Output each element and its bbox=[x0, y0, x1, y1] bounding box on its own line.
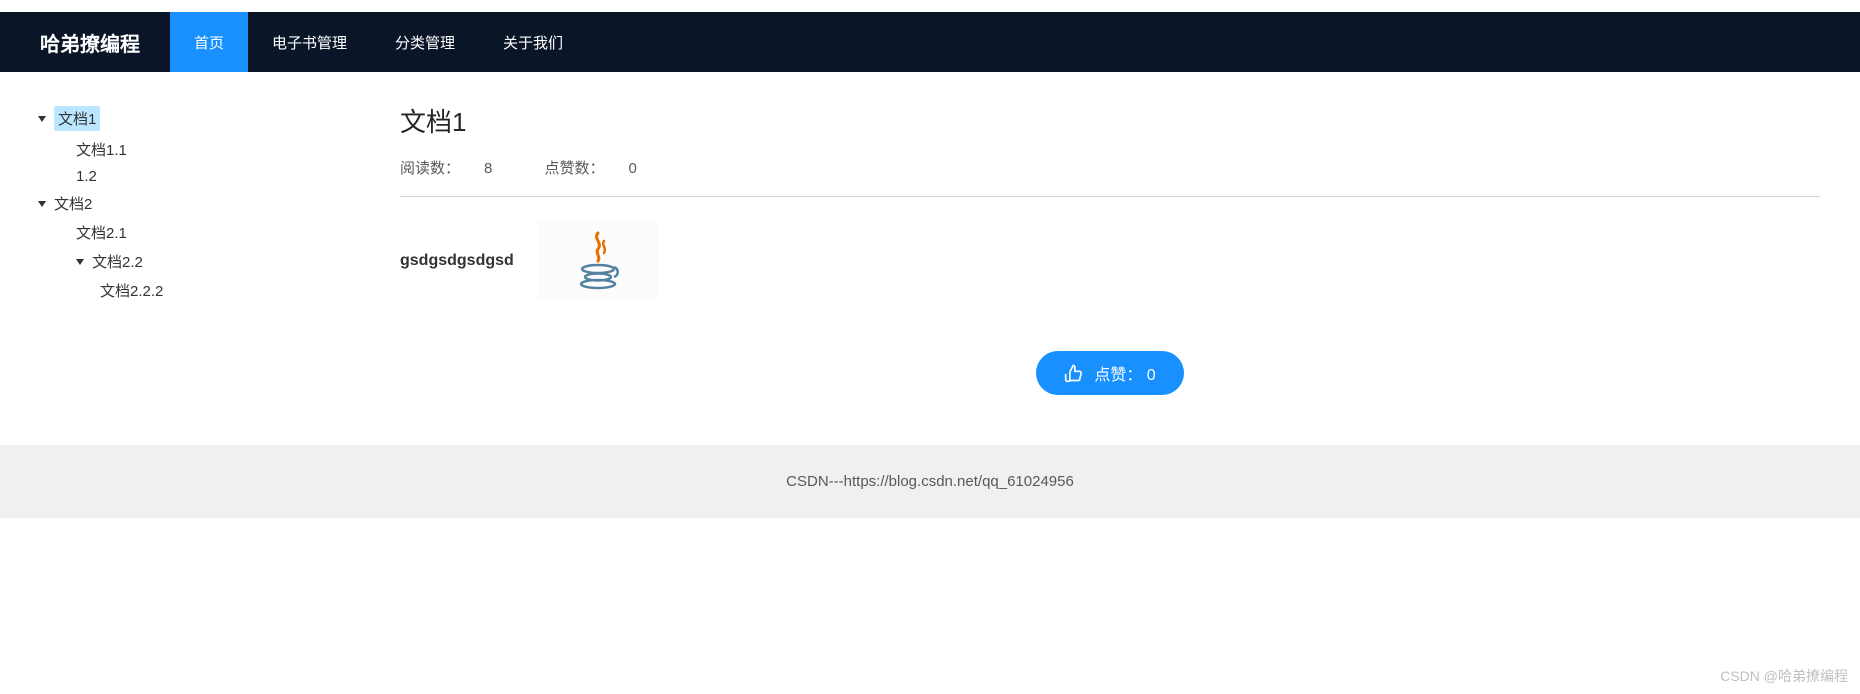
tree-label: 文档2.2.2 bbox=[100, 280, 163, 301]
brand-title: 哈弟撩编程 bbox=[40, 28, 140, 57]
tree-label: 文档1.1 bbox=[76, 139, 127, 160]
like-button-label: 点赞： 0 bbox=[1094, 361, 1155, 385]
tree-label: 文档1 bbox=[54, 106, 100, 131]
nav-category-manage[interactable]: 分类管理 bbox=[371, 12, 479, 72]
like-count: 点赞数：0 bbox=[545, 160, 661, 177]
read-count: 阅读数：8 bbox=[400, 160, 516, 177]
tree-node-doc2[interactable]: 文档2 bbox=[30, 189, 380, 218]
navbar: 哈弟撩编程 首页 电子书管理 分类管理 关于我们 bbox=[0, 12, 1860, 72]
tree-node-doc2-2[interactable]: 文档2.2 bbox=[30, 247, 380, 276]
article-body: gsdgsdgsdgsd bbox=[400, 221, 1820, 301]
footer: CSDN---https://blog.csdn.net/qq_61024956 bbox=[0, 445, 1860, 518]
caret-down-icon bbox=[38, 116, 46, 122]
caret-down-icon bbox=[76, 259, 84, 265]
article-text: gsdgsdgsdgsd bbox=[400, 252, 514, 270]
caret-down-icon bbox=[38, 201, 46, 207]
content-area: 文档1 阅读数：8 点赞数：0 gsdgsdgsdgsd bbox=[380, 72, 1860, 415]
tree-label: 文档2.2 bbox=[92, 251, 143, 272]
tree-label: 文档2 bbox=[54, 193, 92, 214]
tree-label: 1.2 bbox=[76, 168, 97, 185]
watermark: CSDN @哈弟撩编程 bbox=[1720, 666, 1848, 686]
like-button[interactable]: 点赞： 0 bbox=[1036, 351, 1183, 395]
nav-home[interactable]: 首页 bbox=[170, 12, 248, 72]
browser-chrome-spacer bbox=[0, 0, 1860, 12]
sidebar-tree: 文档1 文档1.1 1.2 文档2 文档2.1 文档2.2 文档2.2.2 bbox=[0, 72, 380, 415]
nav-ebook-manage[interactable]: 电子书管理 bbox=[248, 12, 371, 72]
footer-text: CSDN---https://blog.csdn.net/qq_61024956 bbox=[786, 473, 1074, 490]
doc-title: 文档1 bbox=[400, 102, 1820, 139]
tree-node-doc1[interactable]: 文档1 bbox=[30, 102, 380, 135]
tree-node-1-2[interactable]: 1.2 bbox=[30, 164, 380, 189]
tree-node-doc2-2-2[interactable]: 文档2.2.2 bbox=[30, 276, 380, 305]
tree-node-doc1-1[interactable]: 文档1.1 bbox=[30, 135, 380, 164]
tree-label: 文档2.1 bbox=[76, 222, 127, 243]
tree-node-doc2-1[interactable]: 文档2.1 bbox=[30, 218, 380, 247]
thumbs-up-icon bbox=[1064, 363, 1084, 383]
java-icon bbox=[538, 221, 658, 301]
divider bbox=[400, 196, 1820, 197]
doc-meta: 阅读数：8 点赞数：0 bbox=[400, 157, 1820, 178]
nav-about[interactable]: 关于我们 bbox=[479, 12, 587, 72]
